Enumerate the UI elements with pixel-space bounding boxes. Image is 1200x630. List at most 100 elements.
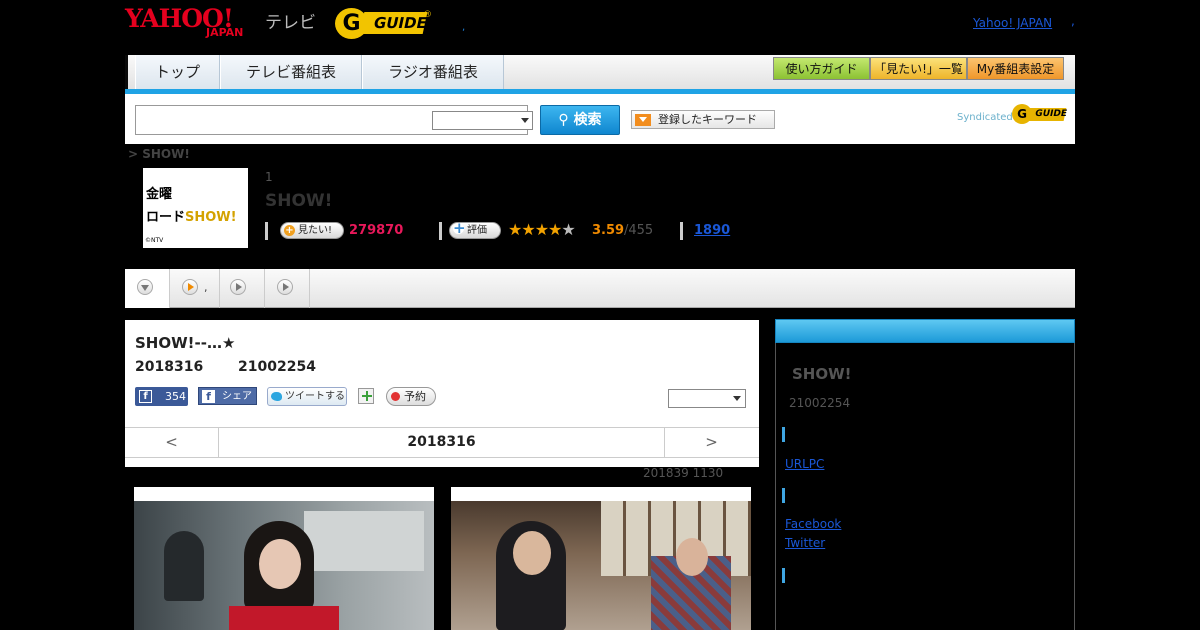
photo-person-face [259,539,301,589]
show-thumbnail[interactable]: 金曜 ロードSHOW! ©NTV [143,168,248,248]
syndicated-logo-text: GUIDE [1025,108,1068,121]
syndicated-gguide-logo: G GUIDE [1012,104,1068,124]
gguide-logo[interactable]: G GUIDE ® [335,8,432,39]
photo-window [304,511,424,571]
subtab-4[interactable] [265,269,310,308]
mitai-label: 見たい! [298,225,333,236]
facebook-like-button[interactable]: f 354 [135,387,188,406]
mitai-list-button[interactable]: 「見たい!」一覧 [870,57,967,80]
show-title: SHOW! [265,191,333,211]
sidebar-url-link[interactable]: URLPC [785,457,824,471]
scene-photo-2[interactable] [451,487,751,630]
page: YAHOO! JAPAN テレビ G GUIDE ® , Yahoo! JAPA… [0,0,1200,630]
reserve-button[interactable]: 予約 [386,387,436,406]
photo-background-person [164,531,204,601]
yahoo-link-suffix: , [1071,14,1075,28]
photo-person-2-face [676,538,708,576]
subtab-overview[interactable] [125,269,170,308]
thumbnail-line1: 金曜 [146,187,173,202]
facebook-icon: f [202,390,215,403]
header-separator: , [462,22,466,33]
program-title: SHOW!--…★ [135,334,236,352]
facebook-share-button[interactable]: f シェア [198,387,257,405]
thumbnail-credit: ©NTV [145,237,164,244]
star-empty-icon: ★ [561,220,575,239]
sidebar-section-marker [782,427,785,442]
program-panel: SHOW!--…★ 2018316 21002254 f 354 f シェア ツ… [125,320,759,467]
divider [439,222,442,240]
sub-tabs: , [125,269,1075,308]
twitter-bird-icon [271,392,282,401]
divider [265,222,268,240]
subtab-2-label: , [204,281,208,294]
plus-icon: + [284,225,295,236]
tweet-label: ツイートする [285,391,345,402]
play-circle-icon [182,279,198,295]
rating-value: 3.59 [592,223,625,238]
yahoo-japan-link[interactable]: Yahoo! JAPAN [973,16,1052,30]
my-schedule-settings-button[interactable]: My番組表設定 [967,57,1064,80]
reviews-link[interactable]: 1890 [694,223,730,238]
plus-icon: + [453,219,466,237]
star-icon: ★ [534,220,549,239]
rate-button[interactable]: + 評価 [449,219,501,239]
thumbnail-road-text: ロード [146,210,186,225]
episode-number: 1 [265,170,273,184]
search-button-label: 検索 [573,112,602,128]
search-button[interactable]: ⚲ 検索 [540,105,620,135]
sidebar-title: SHOW! [792,365,852,383]
sidebar-header [775,319,1075,343]
pager-next-button[interactable]: > [664,428,758,457]
search-icon: ⚲ [558,112,569,128]
star-icon: ★ [508,220,522,239]
rating-count: /455 [624,223,654,238]
chevron-down-icon [521,118,529,123]
pager-current-date: 2018316 [407,434,476,450]
tweet-button[interactable]: ツイートする [267,387,347,406]
rate-label: 評価 [467,225,487,236]
down-circle-icon [137,279,153,295]
program-select[interactable] [668,389,746,408]
facebook-icon: f [139,390,152,403]
nav-tab-radio-listings[interactable]: ラジオ番組表 [362,55,504,89]
program-date: 2018316 [135,359,204,375]
nav-tab-top[interactable]: トップ [135,55,220,89]
photo-person-coat [229,606,339,630]
chevron-down-icon [733,396,741,401]
record-dot-icon [391,392,400,401]
star-icon: ★ [521,220,535,239]
sidebar-section-marker [782,488,785,503]
facebook-share-label: シェア [222,391,252,402]
half-star-icon: ★ [548,220,562,239]
photo-person-1-face [513,531,551,575]
mitai-count: 279870 [349,223,404,238]
subtab-2[interactable]: , [170,269,220,308]
nav-tab-tv-listings[interactable]: テレビ番組表 [220,55,362,89]
play-circle-icon [277,279,293,295]
program-time: 21002254 [238,359,316,375]
scene-photo-1-image [134,501,434,630]
sidebar: SHOW! 21002254 URLPC Facebook Twitter [775,343,1075,630]
syndicated-label: Syndicated [957,112,1013,123]
date-pager: < 2018316 > [125,427,759,458]
sidebar-facebook-link[interactable]: Facebook [785,517,841,531]
play-circle-icon [230,279,246,295]
usage-guide-button[interactable]: 使い方ガイド [773,57,870,80]
gguide-registered-mark: ® [423,10,432,20]
registered-keywords-button[interactable]: 登録したキーワード [631,110,775,129]
add-to-calendar-icon[interactable] [358,388,374,404]
tv-label: テレビ [265,13,316,33]
facebook-like-count: 354 [165,390,186,403]
mitai-button[interactable]: + 見たい! [280,222,344,239]
pager-prev-button[interactable]: < [125,428,219,457]
scene-photo-2-image [451,501,751,630]
reserve-label: 予約 [404,390,426,403]
scene-photo-1[interactable] [134,487,434,630]
subtab-3[interactable] [220,269,265,308]
sidebar-twitter-link[interactable]: Twitter [785,536,825,550]
breadcrumb: > SHOW! [128,147,190,161]
gguide-logo-text: GUIDE [359,12,429,34]
search-bar: ⚲ 検索 登録したキーワード Syndicated G GUIDE [125,94,1075,144]
search-category-select[interactable] [432,111,533,130]
thumbnail-line2: ロードSHOW! [146,206,237,225]
